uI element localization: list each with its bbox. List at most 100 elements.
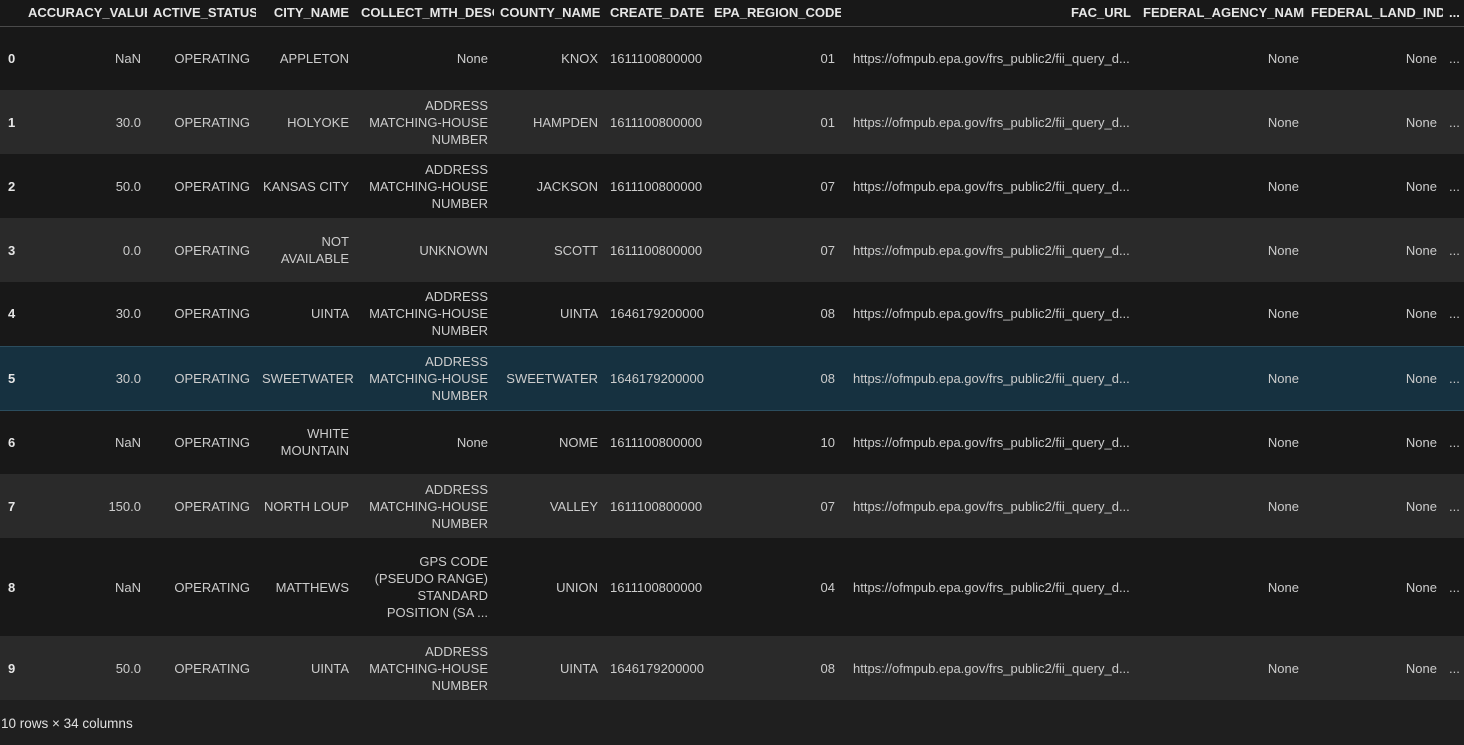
epa-region-code-cell: 08 — [820, 306, 835, 322]
create-date-cell: 1611100800000 — [610, 579, 703, 595]
city-name-cell: MATTHEWS — [275, 579, 349, 595]
epa-region-code-cell: 07 — [820, 178, 835, 194]
row-index: 4 — [8, 306, 16, 322]
federal-agency-name-cell: None — [1267, 434, 1299, 450]
truncated-cell: ... — [1443, 345, 1463, 411]
federal-land-ind-cell: None — [1405, 579, 1437, 595]
federal-land-ind-cell: None — [1405, 498, 1437, 514]
table-row[interactable]: 4 30.0 OPERATING UINTA ADDRESS MATCHING-HOUS… — [0, 282, 1464, 346]
collect-mth-desc-cell: ADDRESS MATCHING-HOUSE NUMBER — [369, 289, 488, 339]
create-date-cell: 1611100800000 — [610, 178, 703, 194]
truncated-cell: ... — [1449, 498, 1460, 514]
epa-region-code-cell: 10 — [820, 434, 835, 450]
county-name-cell: UINTA — [559, 306, 598, 322]
epa-region-code-cell: 01 — [820, 114, 835, 130]
federal-agency-name-header: FEDERAL_AGENCY_NAME — [1137, 0, 1305, 27]
county-name-cell: UNION — [556, 579, 598, 595]
table-row[interactable]: 7 150.0 OPERATING NORTH LOUP ADDRESS MATCHIN… — [0, 474, 1464, 538]
collect-mth-desc-cell: None — [456, 50, 488, 66]
accuracy-value-cell: NaN — [114, 579, 141, 595]
city-name-header: CITY_NAME — [256, 0, 355, 27]
federal-land-ind-cell: None — [1405, 306, 1437, 322]
truncated-cell: ... — [1449, 178, 1460, 194]
county-name-cell: SWEETWATER — [494, 345, 604, 411]
federal-agency-name-cell: None — [1267, 660, 1299, 676]
create-date-header: CREATE_DATE — [604, 0, 708, 27]
collect-mth-desc-cell: ADDRESS MATCHING-HOUSE NUMBER — [355, 345, 494, 411]
table-row[interactable]: 6 NaN OPERATING WHITE MOUNTAIN None NOME 16111… — [0, 410, 1464, 474]
federal-agency-name-cell: None — [1267, 50, 1299, 66]
city-name-cell: UINTA — [310, 306, 349, 322]
table-row[interactable]: 2 50.0 OPERATING KANSAS CITY ADDRESS MATCHIN… — [0, 154, 1464, 218]
accuracy-value-header: ACCURACY_VALUE — [22, 0, 147, 27]
federal-agency-name-cell: None — [1267, 242, 1299, 258]
federal-agency-name-cell: None — [1267, 306, 1299, 322]
city-name-cell: NOT AVAILABLE — [280, 234, 349, 266]
active-status-cell: OPERATING — [174, 242, 250, 258]
accuracy-value-cell: NaN — [114, 50, 141, 66]
active-status-cell: OPERATING — [174, 178, 250, 194]
city-name-cell: HOLYOKE — [287, 114, 349, 130]
create-date-cell: 1646179200000 — [610, 660, 704, 676]
epa-region-code-header: EPA_REGION_CODE — [708, 0, 841, 27]
table-header: ACCURACY_VALUE ACTIVE_STATUS CITY_NAME COLL… — [0, 0, 1464, 27]
accuracy-value-cell: 50.0 — [115, 660, 141, 676]
fac-url-cell: https://ofmpub.epa.gov/frs_public2/fii_q… — [841, 345, 1137, 411]
row-index: 7 — [8, 498, 16, 514]
create-date-cell: 1611100800000 — [610, 498, 703, 514]
epa-region-code-cell: 01 — [820, 50, 835, 66]
fac-url-cell: https://ofmpub.epa.gov/frs_public2/fii_q… — [853, 114, 1130, 130]
collect-mth-desc-cell: ADDRESS MATCHING-HOUSE NUMBER — [369, 161, 488, 211]
truncated-cell: ... — [1449, 114, 1460, 130]
accuracy-value-cell: 30.0 — [115, 306, 141, 322]
fac-url-cell: https://ofmpub.epa.gov/frs_public2/fii_q… — [853, 178, 1130, 194]
epa-region-code-cell: 07 — [820, 498, 835, 514]
federal-agency-name-cell: None — [1267, 178, 1299, 194]
collect-mth-desc-cell: ADDRESS MATCHING-HOUSE NUMBER — [369, 97, 488, 147]
federal-land-ind-header: FEDERAL_LAND_IND — [1305, 0, 1443, 27]
accuracy-value-cell: 0.0 — [122, 242, 141, 258]
county-name-cell: JACKSON — [536, 178, 598, 194]
table-row[interactable]: 1 30.0 OPERATING HOLYOKE ADDRESS MATCHING-HO… — [0, 90, 1464, 154]
collect-mth-desc-cell: ADDRESS MATCHING-HOUSE NUMBER — [369, 643, 488, 693]
city-name-cell: WHITE MOUNTAIN — [280, 426, 349, 459]
truncated-cell: ... — [1449, 434, 1460, 450]
active-status-cell: OPERATING — [174, 434, 250, 450]
county-name-cell: HAMPDEN — [532, 114, 598, 130]
fac-url-cell: https://ofmpub.epa.gov/frs_public2/fii_q… — [853, 579, 1130, 595]
create-date-cell: 1646179200000 — [604, 345, 708, 411]
table-row[interactable]: 0 NaN OPERATING APPLETON None KNOX 16111008000… — [0, 26, 1464, 90]
row-index: 5 — [0, 345, 22, 411]
fac-url-header: FAC_URL — [841, 0, 1137, 27]
dataframe-shape-summary: 10 rows × 34 columns — [1, 716, 133, 731]
active-status-cell: OPERATING — [174, 306, 250, 322]
row-index: 1 — [8, 114, 16, 130]
accuracy-value-cell: 30.0 — [115, 114, 141, 130]
create-date-cell: 1611100800000 — [610, 50, 703, 66]
city-name-cell: SWEETWATER — [256, 345, 355, 411]
federal-land-ind-cell: None — [1305, 345, 1443, 411]
collect-mth-desc-cell: UNKNOWN — [419, 242, 488, 258]
active-status-cell: OPERATING — [174, 660, 250, 676]
epa-region-code-cell: 08 — [820, 660, 835, 676]
table-body: 0 NaN OPERATING APPLETON None KNOX 16111008000… — [0, 26, 1464, 700]
federal-land-ind-cell: None — [1405, 178, 1437, 194]
fac-url-cell: https://ofmpub.epa.gov/frs_public2/fii_q… — [853, 50, 1130, 66]
county-name-cell: SCOTT — [553, 242, 598, 258]
fac-url-cell: https://ofmpub.epa.gov/frs_public2/fii_q… — [853, 242, 1130, 258]
active-status-cell: OPERATING — [174, 114, 250, 130]
accuracy-value-cell: 30.0 — [22, 345, 147, 411]
epa-region-code-cell: 04 — [820, 579, 835, 595]
truncated-cell: ... — [1449, 579, 1460, 595]
create-date-cell: 1646179200000 — [610, 306, 704, 322]
create-date-cell: 1611100800000 — [610, 114, 703, 130]
fac-url-cell: https://ofmpub.epa.gov/frs_public2/fii_q… — [853, 434, 1130, 450]
city-name-cell: KANSAS CITY — [263, 178, 349, 194]
table-row[interactable]: 9 50.0 OPERATING UINTA ADDRESS MATCHING-HOUS… — [0, 636, 1464, 700]
dataframe-output: ACCURACY_VALUE ACTIVE_STATUS CITY_NAME COLL… — [0, 0, 1464, 745]
table-row[interactable]: 3 0.0 OPERATING NOT AVAILABLE UNKNOWN SCOTT 16… — [0, 218, 1464, 282]
table-row[interactable]: 5 30.0 OPERATING SWEETWATER ADDRESS MATCHING… — [0, 345, 1464, 411]
truncated-cell: ... — [1449, 50, 1460, 66]
table-row[interactable]: 8 NaN OPERATING MATTHEWS GPS CODE (PSEUDO RA… — [0, 538, 1464, 636]
fac-url-cell: https://ofmpub.epa.gov/frs_public2/fii_q… — [853, 498, 1130, 514]
